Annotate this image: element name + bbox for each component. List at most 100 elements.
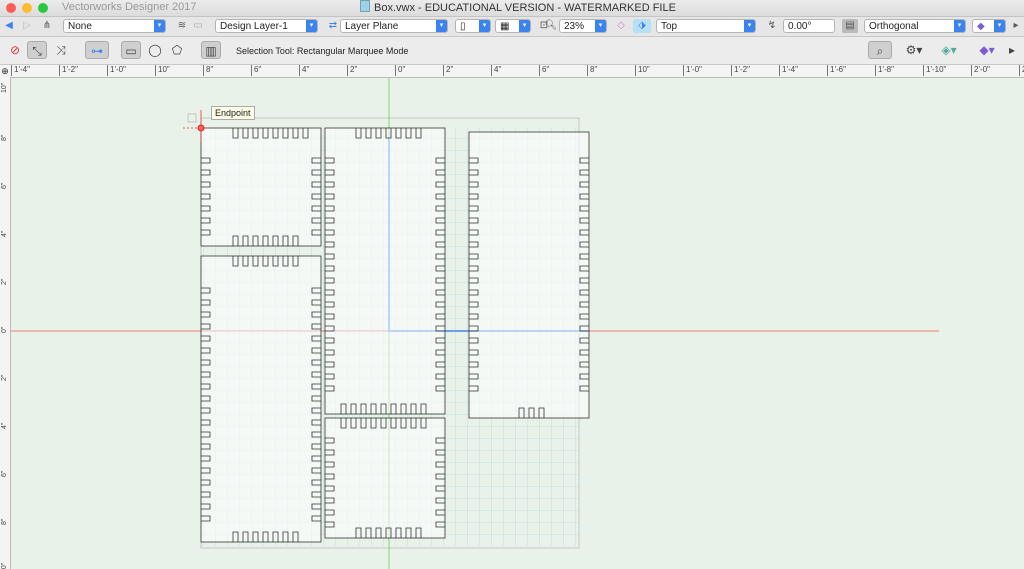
- ruler-label: 6": [250, 65, 262, 76]
- ruler-label: 1'-4": [779, 65, 798, 76]
- ruler-label: 4": [1, 230, 8, 237]
- chevron-down-icon: ▾: [994, 20, 1005, 32]
- layers-visibility-icon[interactable]: ◈▾: [936, 41, 962, 59]
- drawing-canvas[interactable]: [11, 78, 1024, 569]
- ruler-label: 4": [298, 65, 310, 76]
- class-icon[interactable]: ▭: [191, 19, 205, 33]
- render-mode-select[interactable]: ◆ ▾: [972, 19, 1006, 33]
- chevron-down-icon: ▾: [744, 20, 755, 32]
- settings-gear-icon[interactable]: ⚙▾: [902, 41, 926, 59]
- navigation-icon[interactable]: ⋔: [40, 19, 54, 33]
- chevron-down-icon: ▾: [954, 20, 965, 32]
- rotate-plane-icon[interactable]: ⬗: [633, 19, 651, 33]
- document-icon: [360, 0, 370, 12]
- chevron-down-icon: ▾: [519, 20, 530, 32]
- rotation-field[interactable]: 0.00°: [783, 19, 835, 33]
- ruler-label: 10": [1, 82, 8, 93]
- mode-text: Selection Tool: Rectangular Marquee Mode: [236, 46, 409, 56]
- ruler-label: 10": [1, 562, 8, 569]
- ruler-label: 10": [155, 65, 170, 76]
- box-panel-middle-bottom[interactable]: [324, 417, 446, 539]
- ruler-label: 1'-10": [922, 65, 947, 76]
- overflow-arrow-icon[interactable]: ▸: [1009, 19, 1023, 33]
- chevron-down-icon: ▾: [154, 20, 165, 32]
- view-cube-icon[interactable]: ◇: [614, 19, 628, 33]
- ruler-label: 1'-4": [11, 65, 30, 76]
- zoom-select[interactable]: 23% ▾: [559, 19, 607, 33]
- app-title: Vectorworks Designer 2017: [62, 1, 197, 13]
- ruler-label: 2": [1, 374, 8, 381]
- close-window-icon[interactable]: [6, 3, 16, 13]
- forbidden-icon[interactable]: ⊘: [5, 41, 25, 59]
- box-panel-top-left[interactable]: [200, 127, 322, 247]
- layer-select-value: Design Layer-1: [220, 21, 288, 32]
- chevron-down-icon: ▾: [306, 20, 317, 32]
- plane-select[interactable]: Layer Plane ▾: [340, 19, 448, 33]
- ruler-label: 0": [1, 326, 8, 333]
- rotation-value: 0.00°: [788, 21, 812, 32]
- overflow-arrow-icon[interactable]: ▸: [1004, 41, 1020, 59]
- box-panel-middle-tall[interactable]: [324, 127, 446, 415]
- ruler-label: 1'-0": [683, 65, 702, 76]
- ruler-label: 1'-6": [827, 65, 846, 76]
- zoom-fit-icon[interactable]: ⌕: [868, 41, 892, 59]
- document-title-text: Box.vwx - EDUCATIONAL VERSION - WATERMAR…: [374, 2, 676, 14]
- view-select-value: Top: [661, 21, 678, 32]
- ruler-label: 2'-0": [971, 65, 990, 76]
- ruler-label: 6": [1, 470, 8, 477]
- plane-icon[interactable]: ⇄: [326, 19, 340, 33]
- snap-icon[interactable]: ⊶: [85, 41, 109, 59]
- ruler-label: 4": [490, 65, 502, 76]
- projection-select[interactable]: Orthogonal ▾: [864, 19, 966, 33]
- ruler-label: 8": [586, 65, 598, 76]
- select-icon[interactable]: ⤡: [27, 41, 47, 59]
- layer-select[interactable]: Design Layer-1 ▾: [215, 19, 318, 33]
- rotate-icon[interactable]: ↯: [765, 19, 779, 33]
- minimize-window-icon[interactable]: [22, 3, 32, 13]
- polygon-select-icon[interactable]: ⬠: [167, 41, 187, 59]
- render-mode-icon: ◆: [977, 21, 985, 32]
- chevron-down-icon: ▾: [595, 20, 606, 32]
- tool-bar: ⊘ ⤡ ⤨ ⊶ ▭ ◯ ⬠ ▥ Selection Tool: Rectangu…: [0, 37, 1024, 65]
- ruler-label: 2": [442, 65, 454, 76]
- ruler-label: 1'-2": [731, 65, 750, 76]
- title-bar: Vectorworks Designer 2017 Box.vwx - EDUC…: [0, 0, 1024, 17]
- rendering-icon[interactable]: ▤: [842, 19, 858, 33]
- ruler-label: 2": [1, 278, 8, 285]
- box-panel-bottom-left[interactable]: [200, 255, 322, 543]
- ruler-label: 2": [346, 65, 358, 76]
- chevron-down-icon: ▾: [436, 20, 447, 32]
- class-select-value: None: [68, 21, 92, 32]
- lasso-icon[interactable]: ◯: [145, 41, 165, 59]
- layers-icon[interactable]: ≋: [175, 19, 189, 33]
- render-icon[interactable]: ◆▾: [974, 41, 1000, 59]
- marquee-rect-icon[interactable]: ▭: [121, 41, 141, 59]
- snap-tooltip: Endpoint: [211, 106, 255, 120]
- horizontal-ruler[interactable]: 1'-4" 1'-2" 1'-0" 10" 8" 6" 4" 2" 0" 2" 4" 6" 8" 10" 1…: [10, 65, 1024, 78]
- vertical-ruler[interactable]: 10" 8" 6" 4" 2" 0" 2" 4" 6" 8" 10": [0, 77, 11, 569]
- ruler-label: 0": [394, 65, 406, 76]
- plane-select-value: Layer Plane: [345, 21, 399, 32]
- forward-arrow-icon[interactable]: ▷: [20, 19, 34, 33]
- ruler-label: 10": [635, 65, 650, 76]
- preferences-icon[interactable]: ▥: [201, 41, 221, 59]
- ruler-label: 8": [1, 518, 8, 525]
- page-select[interactable]: ▯ ▾: [455, 19, 491, 33]
- back-arrow-icon[interactable]: ◀: [2, 19, 16, 33]
- page-icon: ▯: [460, 21, 466, 32]
- projection-select-value: Orthogonal: [869, 21, 919, 32]
- ruler-label: 1'-8": [875, 65, 894, 76]
- ruler-label: 6": [1, 182, 8, 189]
- view-select[interactable]: Top ▾: [656, 19, 756, 33]
- zoom-icon[interactable]: 🔍︎: [544, 19, 558, 33]
- chevron-down-icon: ▾: [479, 20, 490, 32]
- box-panel-right[interactable]: [468, 131, 590, 419]
- sheet-select[interactable]: ▦ ▾: [495, 19, 531, 33]
- class-select[interactable]: None ▾: [63, 19, 166, 33]
- ruler-label: 6": [538, 65, 550, 76]
- ruler-label: 1'-2": [59, 65, 78, 76]
- multi-select-icon[interactable]: ⤨: [51, 41, 71, 59]
- zoom-select-value: 23%: [564, 21, 585, 32]
- zoom-window-icon[interactable]: [38, 3, 48, 13]
- ruler-label: 1'-0": [107, 65, 126, 76]
